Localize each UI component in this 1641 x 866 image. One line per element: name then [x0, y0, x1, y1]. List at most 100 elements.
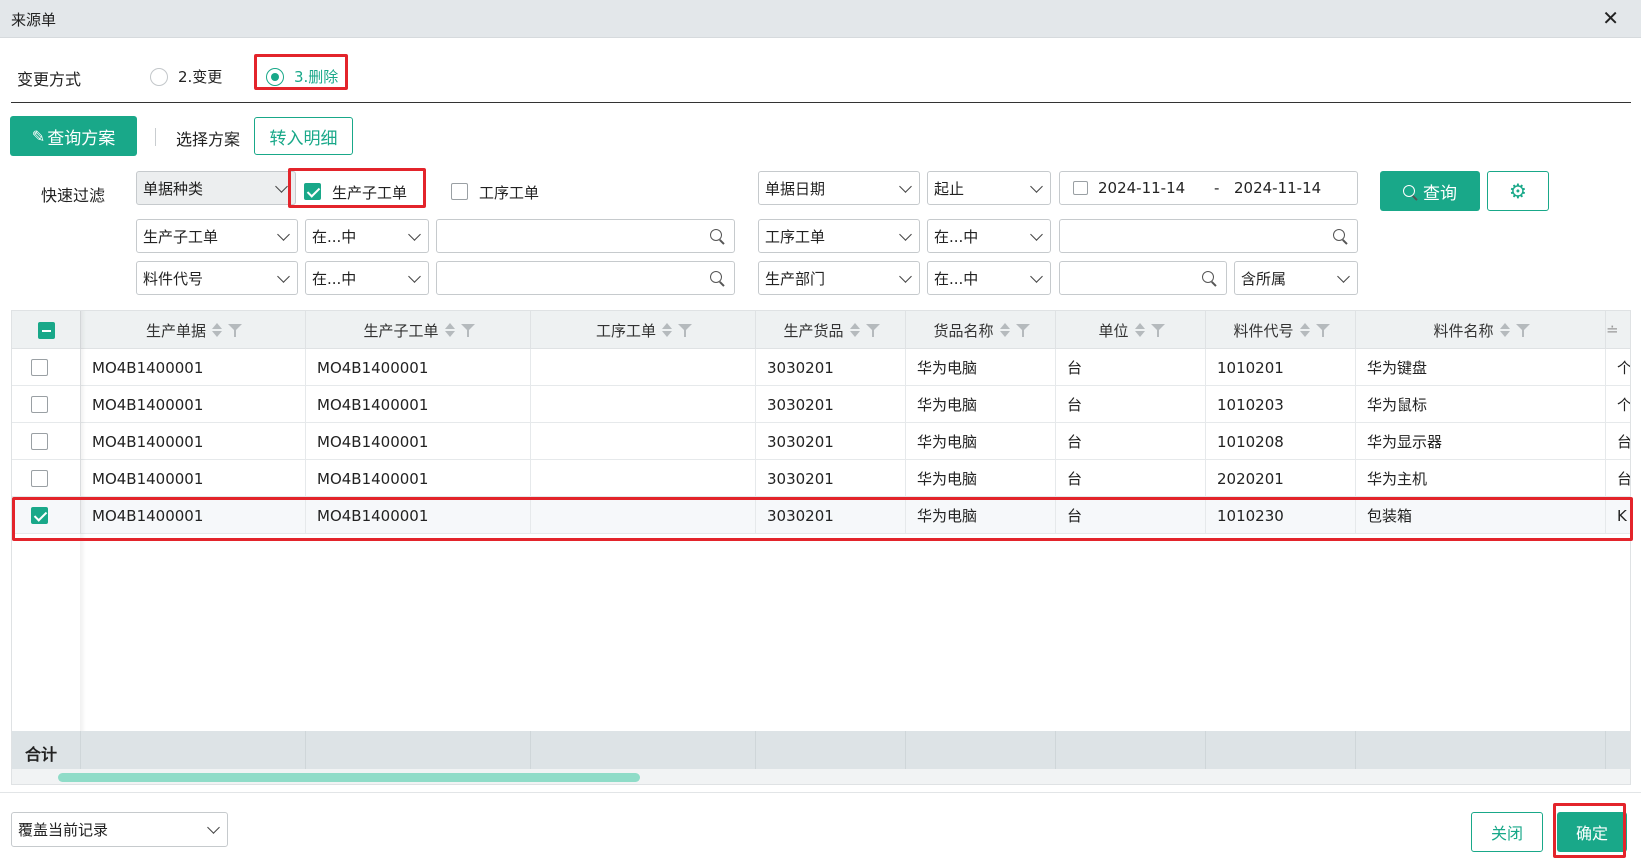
close-button[interactable]: 关闭	[1471, 812, 1543, 852]
row-select-cell	[12, 349, 81, 386]
query-button[interactable]: 查询	[1380, 171, 1480, 211]
column-header-partial-glyph: ≐	[1606, 321, 1619, 339]
filter-field-select[interactable]: 料件代号	[136, 261, 298, 295]
cell-goods-name: 华为电脑	[906, 423, 1056, 460]
fixed-column-shadow	[80, 311, 86, 784]
filter-operator-select-value: 在...中	[312, 269, 357, 288]
sort-icon[interactable]	[999, 323, 1010, 337]
search-icon[interactable]	[1333, 229, 1345, 241]
filter-value-input[interactable]	[436, 219, 735, 253]
summary-cell	[12, 731, 81, 769]
cell-goods-name: 华为电脑	[906, 386, 1056, 423]
filter-icon[interactable]	[460, 324, 475, 337]
row-checkbox[interactable]	[31, 433, 48, 450]
sort-icon[interactable]	[662, 323, 672, 337]
close-icon[interactable]: ✕	[1602, 6, 1619, 30]
filter-icon[interactable]	[228, 324, 242, 337]
filter-value-input[interactable]	[1059, 219, 1358, 253]
filter-field-select[interactable]: 工序工单	[758, 219, 920, 253]
wand-icon: ✎	[31, 126, 46, 146]
radio-change-label: 2.变更	[178, 68, 223, 86]
column-header[interactable]: 单位	[1056, 311, 1206, 349]
column-header[interactable]: 生产货品	[756, 311, 906, 349]
cell-part-code: 1010203	[1206, 386, 1356, 423]
filter-icon[interactable]	[865, 324, 880, 337]
search-icon[interactable]	[1202, 271, 1214, 283]
chevron-down-icon	[899, 228, 912, 241]
select-scheme-label[interactable]: 选择方案	[176, 126, 240, 150]
table-row[interactable]: MO4B1400001 MO4B1400001 3030201 华为电脑 台 2…	[12, 460, 1630, 497]
transfer-detail-button[interactable]: 转入明细	[254, 117, 353, 155]
scope-select[interactable]: 含所属	[1234, 261, 1358, 295]
search-icon[interactable]	[710, 229, 722, 241]
row-checkbox-checked[interactable]	[31, 507, 48, 524]
filter-field-select-value: 工序工单	[765, 227, 826, 246]
row-checkbox[interactable]	[31, 359, 48, 376]
cell-extra: K	[1617, 506, 1627, 525]
sort-icon[interactable]	[1134, 323, 1145, 337]
date-range-select[interactable]: 起止	[927, 171, 1051, 205]
chevron-down-icon	[899, 180, 912, 193]
date-range-input[interactable]: 2024-11-14 - 2024-11-14	[1059, 171, 1358, 205]
record-mode-select[interactable]: 覆盖当前记录	[11, 812, 228, 847]
filter-operator-select[interactable]: 在...中	[305, 261, 429, 295]
search-icon[interactable]	[710, 271, 722, 283]
filter-icon[interactable]	[678, 324, 692, 337]
sort-icon[interactable]	[849, 323, 860, 337]
column-header[interactable]: 工序工单	[531, 311, 756, 349]
column-header[interactable]: 货品名称	[906, 311, 1056, 349]
sort-icon[interactable]	[1299, 323, 1310, 337]
summary-cell	[1206, 731, 1356, 769]
filter-icon[interactable]	[1150, 324, 1165, 337]
filter-icon[interactable]	[1315, 324, 1330, 337]
filter-value-input[interactable]	[1059, 261, 1227, 295]
filter-icon[interactable]	[1515, 324, 1530, 337]
confirm-button[interactable]: 确定	[1557, 812, 1627, 852]
filter-icon[interactable]	[1015, 324, 1030, 337]
cell-sub-order: MO4B1400001	[306, 460, 531, 497]
chevron-down-icon	[408, 228, 421, 241]
process-order-checkbox[interactable]	[451, 183, 468, 200]
dialog-titlebar: 来源单 ✕	[0, 0, 1641, 38]
select-all-checkbox[interactable]	[37, 321, 55, 339]
cell-doc: MO4B1400001	[81, 497, 306, 534]
settings-button[interactable]: ⚙	[1487, 171, 1549, 211]
column-header[interactable]: 料件名称	[1356, 311, 1606, 349]
table-row-selected[interactable]: MO4B1400001 MO4B1400001 3030201 华为电脑 台 1…	[12, 497, 1630, 534]
filter-field-select[interactable]: 生产部门	[758, 261, 920, 295]
scrollbar-thumb[interactable]	[58, 773, 640, 782]
cell-sub-order: MO4B1400001	[306, 497, 531, 534]
record-mode-select-value: 覆盖当前记录	[18, 821, 109, 839]
table-row[interactable]: MO4B1400001 MO4B1400001 3030201 华为电脑 台 1…	[12, 349, 1630, 386]
horizontal-scrollbar[interactable]	[12, 769, 1630, 784]
doc-date-select[interactable]: 单据日期	[758, 171, 920, 205]
table-row[interactable]: MO4B1400001 MO4B1400001 3030201 华为电脑 台 1…	[12, 386, 1631, 423]
cell-goods: 3030201	[756, 423, 906, 460]
table-row[interactable]: MO4B1400001 MO4B1400001 3030201 华为电脑 台 1…	[12, 423, 1630, 460]
row-checkbox[interactable]	[31, 396, 48, 413]
production-sub-order-checkbox[interactable]	[304, 183, 321, 200]
summary-cell	[1356, 731, 1606, 769]
cell-goods-name: 华为电脑	[906, 349, 1056, 386]
column-header[interactable]: 生产单据	[81, 311, 306, 349]
doc-type-select[interactable]: 单据种类	[136, 171, 296, 205]
radio-change[interactable]: 2.变更	[150, 66, 222, 87]
doc-date-select-value: 单据日期	[765, 179, 826, 198]
sort-icon[interactable]	[444, 323, 455, 337]
chevron-down-icon	[408, 270, 421, 283]
filter-operator-select[interactable]: 在...中	[927, 219, 1051, 253]
filter-operator-select[interactable]: 在...中	[927, 261, 1051, 295]
filter-operator-select[interactable]: 在...中	[305, 219, 429, 253]
column-header[interactable]: 料件代号	[1206, 311, 1356, 349]
sort-icon[interactable]	[212, 323, 222, 337]
query-scheme-button[interactable]: ✎ 查询方案	[10, 116, 137, 156]
sort-icon[interactable]	[1499, 323, 1510, 337]
chevron-down-icon	[1030, 228, 1043, 241]
column-header[interactable]: 生产子工单	[306, 311, 531, 349]
radio-delete[interactable]: 3.删除	[266, 66, 338, 87]
filter-field-select[interactable]: 生产子工单	[136, 219, 298, 253]
radio-circle-icon	[150, 67, 168, 86]
cell-extra: 个	[1617, 396, 1631, 414]
row-checkbox[interactable]	[31, 470, 48, 487]
filter-value-input[interactable]	[436, 261, 735, 295]
